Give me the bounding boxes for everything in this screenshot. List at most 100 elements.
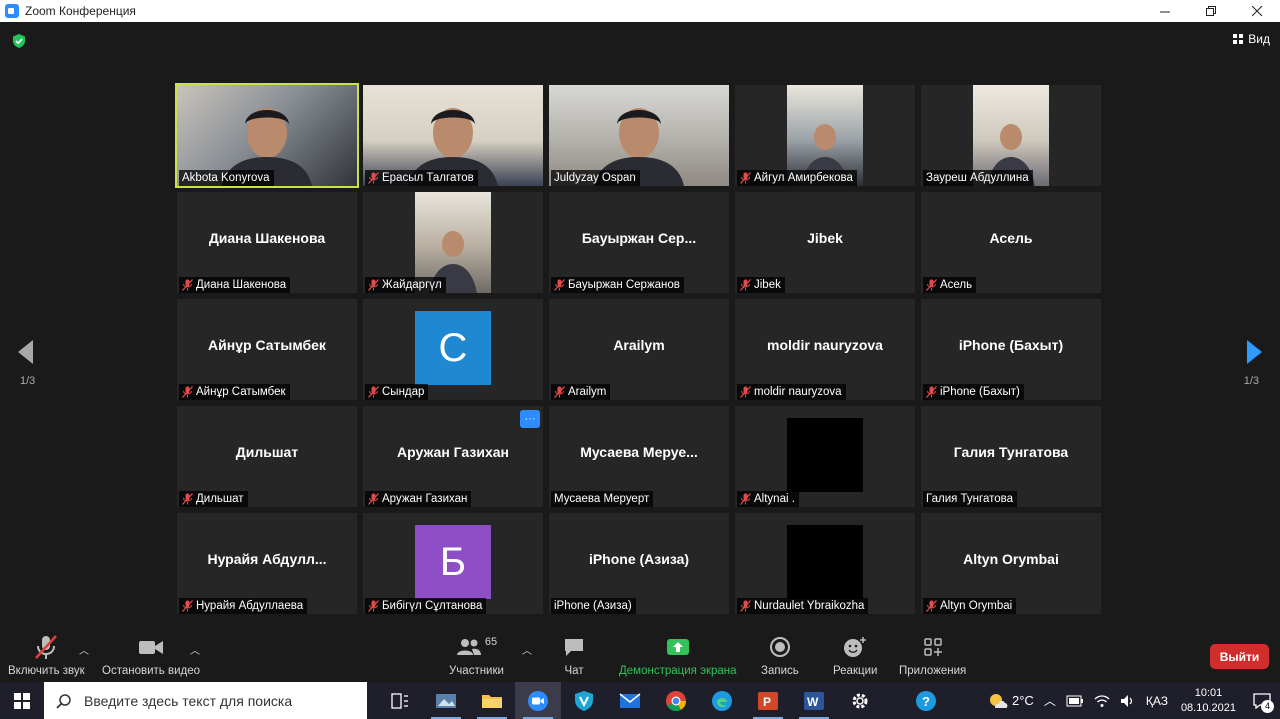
video-options-caret-icon[interactable]: ︿ [190, 642, 200, 657]
taskbar-photos-app[interactable] [423, 682, 469, 719]
participant-tile[interactable]: Altyn Orymbai Altyn Orymbai [921, 513, 1101, 614]
minimize-button[interactable] [1142, 0, 1188, 22]
participant-tile[interactable]: Ерасыл Талгатов [363, 85, 543, 186]
participant-tile[interactable]: iPhone (Бахыт) iPhone (Бахыт) [921, 299, 1101, 400]
record-button[interactable]: Запись [761, 634, 799, 677]
taskbar-word[interactable]: W [791, 682, 837, 719]
mic-muted-icon [740, 279, 751, 291]
search-icon [56, 693, 71, 709]
reactions-button[interactable]: Реакции [833, 634, 877, 677]
taskbar-settings[interactable] [837, 682, 883, 719]
mic-muted-icon [182, 386, 193, 398]
share-screen-button[interactable]: Демонстрация экрана [619, 634, 737, 677]
participant-tile[interactable]: Juldyzay Ospan [549, 85, 729, 186]
apps-button[interactable]: Приложения [899, 634, 966, 677]
chat-button[interactable]: Чат [563, 634, 585, 677]
microphone-muted-icon [35, 635, 58, 659]
participant-tile[interactable]: Jibek Jibek [735, 192, 915, 293]
security-shield-icon[interactable] [11, 33, 27, 49]
mic-muted-icon [740, 493, 751, 505]
participant-tile[interactable]: Асель Асель [921, 192, 1101, 293]
settings-gear-icon [852, 693, 868, 708]
taskbar-search-box[interactable]: Введите здесь текст для поиска [44, 682, 367, 719]
participant-name-label: Жайдаргүл [365, 277, 446, 293]
restore-button[interactable] [1188, 0, 1234, 22]
mic-muted-icon [554, 279, 565, 291]
participant-name: Аружан Газихан [382, 493, 468, 505]
previous-page-arrow-icon[interactable] [18, 340, 34, 364]
help-icon: ? [916, 690, 936, 711]
participants-caret-icon[interactable]: ︿ [522, 642, 532, 657]
participant-video-off [787, 525, 863, 599]
participant-tile[interactable]: Akbota Konyrova [175, 83, 359, 188]
participant-tile[interactable]: Аружан Газихан ··· Аружан Газихан [363, 406, 543, 507]
participant-tile[interactable]: Дильшат Дильшат [177, 406, 357, 507]
participant-tile[interactable]: Жайдаргүл [363, 192, 543, 293]
taskbar-zoom-app[interactable] [515, 682, 561, 719]
participant-name-label: Altynai . [737, 491, 799, 507]
taskbar-powerpoint[interactable]: P [745, 682, 791, 719]
participant-tile[interactable]: Бауыржан Сер... Бауыржан Сержанов [549, 192, 729, 293]
participant-name-label: Jibek [737, 277, 785, 293]
stop-video-button[interactable]: Остановить видео [102, 634, 200, 677]
close-window-button[interactable] [1234, 0, 1280, 22]
unmute-button[interactable]: Включить звук [8, 634, 85, 677]
participant-name-label: Juldyzay Ospan [551, 170, 640, 186]
taskbar-mail-app[interactable] [607, 682, 653, 719]
mic-muted-icon [740, 600, 751, 612]
weather-widget[interactable]: 2°C [983, 692, 1039, 710]
wifi-icon[interactable] [1089, 694, 1115, 708]
taskbar-help[interactable]: ? [903, 682, 949, 719]
taskbar-edge[interactable] [699, 682, 745, 719]
participants-button[interactable]: 65 Участники [449, 634, 504, 677]
svg-text:W: W [807, 695, 819, 709]
participant-tile[interactable]: Айгул Амирбекова [735, 85, 915, 186]
start-button[interactable] [0, 682, 44, 719]
participant-tile[interactable]: Б Бибігүл Сұлтанова [363, 513, 543, 614]
participant-tile[interactable]: Галия Тунгатова Галия Тунгатова [921, 406, 1101, 507]
reactions-label: Реакции [833, 665, 878, 677]
taskbar-file-explorer[interactable] [469, 682, 515, 719]
participant-tile[interactable]: iPhone (Азиза) iPhone (Азиза) [549, 513, 729, 614]
chat-label: Чат [564, 665, 584, 677]
participant-display-name: Дильшат [235, 444, 299, 460]
action-center-button[interactable]: 4 [1244, 692, 1280, 713]
next-page-arrow-icon[interactable] [1246, 340, 1262, 364]
taskbar-clock[interactable]: 10:01 08.10.2021 [1173, 686, 1244, 716]
participant-tile[interactable]: Нурайя Абдулл... Нурайя Абдуллаева [177, 513, 357, 614]
participant-name-label: Нурайя Абдуллаева [179, 598, 308, 614]
meeting-area: Вид 1/3 1/3 Akbota Konyrova Ерасыл Талгат… [0, 22, 1280, 630]
leave-meeting-button[interactable]: Выйти [1210, 644, 1269, 669]
participant-tile[interactable]: Arailym Arailym [549, 299, 729, 400]
more-options-button[interactable]: ··· [520, 410, 540, 428]
view-button[interactable]: Вид [1233, 32, 1270, 46]
participant-tile[interactable]: Диана Шакенова Диана Шакенова [177, 192, 357, 293]
volume-icon[interactable] [1115, 694, 1141, 708]
participant-tile[interactable]: Nurdaulet Ybraikozha [735, 513, 915, 614]
task-view-button[interactable] [377, 682, 423, 719]
participant-name: moldir nauryzova [754, 386, 842, 398]
taskbar-chrome[interactable] [653, 682, 699, 719]
participants-icon [456, 639, 481, 655]
taskbar-vpn-app[interactable] [561, 682, 607, 719]
participant-name: Akbota Konyrova [182, 172, 270, 184]
participant-tile[interactable]: Мусаева Меруе... Мусаева Меруерт [549, 406, 729, 507]
participant-tile[interactable]: Altynai . [735, 406, 915, 507]
show-hidden-icons-chevron-icon[interactable]: ︿ [1039, 692, 1061, 709]
grid-view-icon [1233, 34, 1244, 44]
battery-icon[interactable] [1061, 695, 1089, 707]
mic-muted-icon [368, 600, 379, 612]
mic-muted-icon [368, 493, 379, 505]
windows-logo-icon [14, 692, 30, 709]
participant-tile[interactable]: С Сындар [363, 299, 543, 400]
participant-display-name: Нурайя Абдулл... [207, 551, 327, 567]
participant-tile[interactable]: moldir nauryzova moldir nauryzova [735, 299, 915, 400]
participant-name-label: Nurdaulet Ybraikozha [737, 598, 869, 614]
participant-tile[interactable]: Зауреш Абдуллина [921, 85, 1101, 186]
search-placeholder: Введите здесь текст для поиска [84, 692, 293, 709]
zoom-app-icon [5, 4, 19, 18]
participant-grid: Akbota Konyrova Ерасыл Талгатов Juldyzay O… [175, 83, 1102, 614]
language-indicator[interactable]: ҚАЗ [1141, 694, 1173, 708]
participant-tile[interactable]: Айнұр Сатымбек Айнұр Сатымбек [177, 299, 357, 400]
audio-options-caret-icon[interactable]: ︿ [79, 642, 89, 657]
